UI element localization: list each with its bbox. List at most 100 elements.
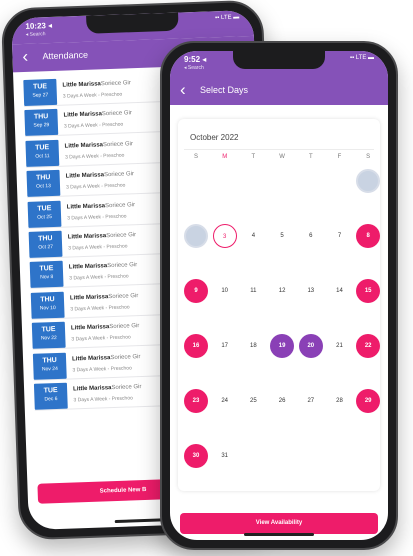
calendar-day-none[interactable]: 17 <box>213 334 237 358</box>
calendar-day-none[interactable]: 12 <box>270 279 294 303</box>
phone-notch <box>233 51 325 69</box>
child-name: Little MarissaSoriece Gir <box>71 323 140 331</box>
date-badge: THU Nov 24 <box>32 352 67 380</box>
date-badge: TUE Oct 11 <box>25 139 60 167</box>
school-name: Soriece Gir <box>104 201 136 209</box>
weekday-label: W <box>279 154 285 160</box>
school-name: Soriece Gir <box>100 80 131 88</box>
status-time: 9:52 ◂ <box>184 55 207 64</box>
schedule-label: 3 Days A Week - Preschoo <box>73 395 133 404</box>
date-badge: THU Nov 10 <box>30 291 65 319</box>
calendar-day-none[interactable]: 5 <box>270 224 294 248</box>
calendar-day-pink[interactable]: 30 <box>184 444 208 468</box>
school-name: Soriece Gir <box>106 232 137 240</box>
child-name: Little MarissaSoriece Gir <box>70 293 139 301</box>
status-back-to-search[interactable]: ◂ Search <box>26 31 46 38</box>
child-name: Little MarissaSoriece Gir <box>63 111 132 119</box>
calendar-day-gray <box>184 224 208 248</box>
date-badge: THU Oct 27 <box>28 230 63 258</box>
schedule-label: 3 Days A Week - Preschoo <box>70 304 130 313</box>
date-label: Oct 11 <box>35 152 50 160</box>
child-name-text: Little Marissa <box>67 233 107 241</box>
calendar-day-none[interactable]: 24 <box>213 389 237 413</box>
child-name: Little MarissaSoriece Gir <box>62 80 131 88</box>
schedule-label: 3 Days A Week - Preschoo <box>63 121 124 130</box>
date-label: Oct 13 <box>36 183 51 190</box>
date-badge: THU Oct 13 <box>26 169 61 198</box>
child-name: Little MarissaSoriece Gir <box>72 354 141 362</box>
date-label: Nov 24 <box>41 365 58 373</box>
date-label: Sep 29 <box>33 122 50 130</box>
calendar-day-none[interactable]: 21 <box>328 334 352 358</box>
calendar-day-purple[interactable]: 19 <box>270 334 295 358</box>
date-label: Oct 25 <box>37 213 53 221</box>
calendar-day-none[interactable]: 27 <box>299 389 323 413</box>
calendar-day-outline[interactable]: 3 <box>212 224 237 248</box>
calendar-day-none[interactable]: 28 <box>328 389 352 413</box>
calendar-day-none[interactable]: 14 <box>328 279 352 303</box>
school-name: Soriece Gir <box>111 383 142 392</box>
date-badge: TUE Nov 22 <box>31 321 66 349</box>
schedule-label: 3 Days A Week - Preschoo <box>67 213 127 222</box>
weekday-label: S <box>193 154 198 160</box>
page-title: Select Days <box>200 85 249 95</box>
calendar-day-none[interactable]: 25 <box>241 389 265 413</box>
child-name-text: Little Marissa <box>71 354 111 362</box>
calendar-day-none[interactable]: 26 <box>270 389 294 413</box>
child-name-text: Little Marissa <box>64 142 104 150</box>
calendar-day-none[interactable]: 13 <box>299 279 323 303</box>
date-badge: TUE Nov 8 <box>29 261 64 289</box>
calendar-day-pink[interactable]: 29 <box>356 389 381 413</box>
school-name: Soriece Gir <box>107 262 138 270</box>
home-indicator <box>244 533 314 536</box>
status-back-to-search[interactable]: ◂ Search <box>184 65 204 71</box>
child-name: Little MarissaSoriece Gir <box>73 384 142 392</box>
schedule-label: 3 Days A Week - Preschoo <box>65 182 126 191</box>
child-name-text: Little Marissa <box>62 81 101 89</box>
calendar-day-none[interactable]: 18 <box>241 334 265 358</box>
calendar-day-pink[interactable]: 8 <box>356 224 381 248</box>
calendar-day-pink[interactable]: 16 <box>184 334 208 358</box>
schedule-label: 3 Days A Week - Preschoo <box>71 334 131 343</box>
child-name: Little MarissaSoriece Gir <box>69 262 138 270</box>
calendar-day-none[interactable]: 10 <box>213 279 237 303</box>
view-availability-button[interactable]: View Availability <box>180 513 378 534</box>
child-name-text: Little Marissa <box>69 293 109 302</box>
schedule-label: 3 Days A Week - Preschoo <box>68 243 128 252</box>
calendar: October 2022 S M T W T F S 3 4 5 6 7 8 9 10 11 12 13 14 15 1… <box>178 119 381 491</box>
weekday-label: S <box>366 154 371 160</box>
child-name: Little MarissaSoriece Gir <box>65 141 134 149</box>
back-arrow-icon[interactable]: ‹ <box>180 80 186 100</box>
calendar-day-pink[interactable]: 15 <box>356 279 381 303</box>
back-arrow-icon[interactable]: ‹ <box>22 47 28 67</box>
school-name: Soriece Gir <box>108 292 139 300</box>
calendar-day-purple[interactable]: 20 <box>298 334 323 358</box>
phone-notch <box>86 12 179 34</box>
schedule-label: 3 Days A Week - Preschoo <box>64 152 125 161</box>
calendar-day-none[interactable]: 6 <box>299 224 323 248</box>
calendar-day-gray <box>356 169 381 193</box>
select-days-header: ‹ Select Days <box>170 77 388 105</box>
status-time: 10:23 ◂ <box>25 20 53 31</box>
schedule-label: 3 Days A Week - Preschoo <box>62 91 123 100</box>
schedule-label: 3 Days A Week - Preschoo <box>69 273 129 282</box>
child-name-text: Little Marissa <box>68 263 108 271</box>
calendar-day-none[interactable]: 31 <box>213 444 237 468</box>
date-badge: TUE Oct 25 <box>27 200 62 228</box>
calendar-day-pink[interactable]: 23 <box>184 389 208 413</box>
child-name: Little MarissaSoriece Gir <box>66 171 135 179</box>
date-badge: TUE Dec 6 <box>33 382 68 410</box>
school-name: Soriece Gir <box>101 110 133 118</box>
calendar-day-pink[interactable]: 22 <box>356 334 381 358</box>
calendar-day-pink[interactable]: 9 <box>184 279 208 303</box>
calendar-day-none[interactable]: 7 <box>328 224 352 248</box>
school-name: Soriece Gir <box>110 353 141 361</box>
child-name-text: Little Marissa <box>70 324 110 332</box>
calendar-day-none[interactable]: 11 <box>241 279 265 303</box>
child-name-text: Little Marissa <box>65 172 105 180</box>
school-name: Soriece Gir <box>109 323 140 331</box>
calendar-day-none[interactable]: 4 <box>241 224 265 248</box>
weekday-label: M <box>222 154 228 160</box>
date-badge: TUE Sep 27 <box>23 78 58 106</box>
date-label: Nov 22 <box>40 335 57 342</box>
